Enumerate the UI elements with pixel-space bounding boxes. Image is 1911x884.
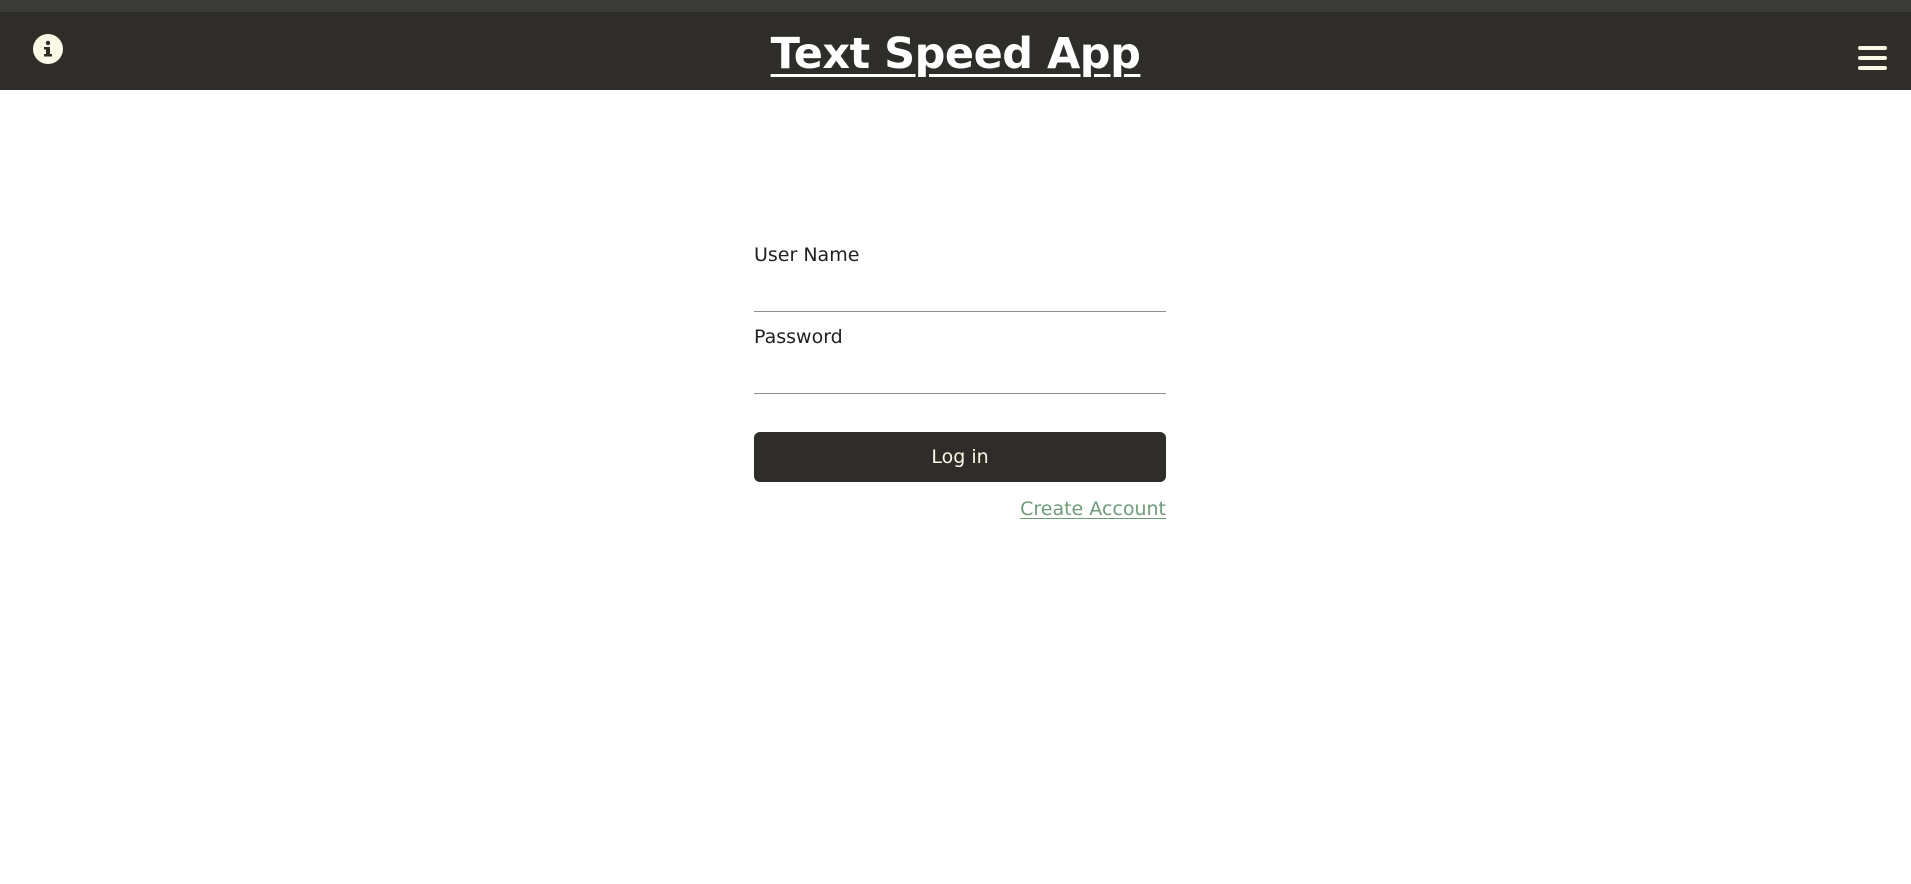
browser-top-strip [0,0,1911,12]
username-label: User Name [754,244,860,266]
app-header: Text Speed App [0,12,1911,90]
password-input[interactable] [754,354,1166,394]
menu-bar [1858,66,1887,70]
create-account-link[interactable]: Create Account [754,498,1166,520]
hamburger-menu-icon[interactable] [1858,46,1888,72]
menu-bar [1858,56,1887,60]
username-input[interactable] [754,272,1166,312]
menu-bar [1858,46,1887,50]
page-title: Text Speed App [0,26,1911,82]
login-button[interactable]: Log in [754,432,1166,482]
app-title-link[interactable]: Text Speed App [771,29,1141,79]
login-form: User Name Password Log in Create Account [754,238,1166,520]
password-label: Password [754,326,843,348]
